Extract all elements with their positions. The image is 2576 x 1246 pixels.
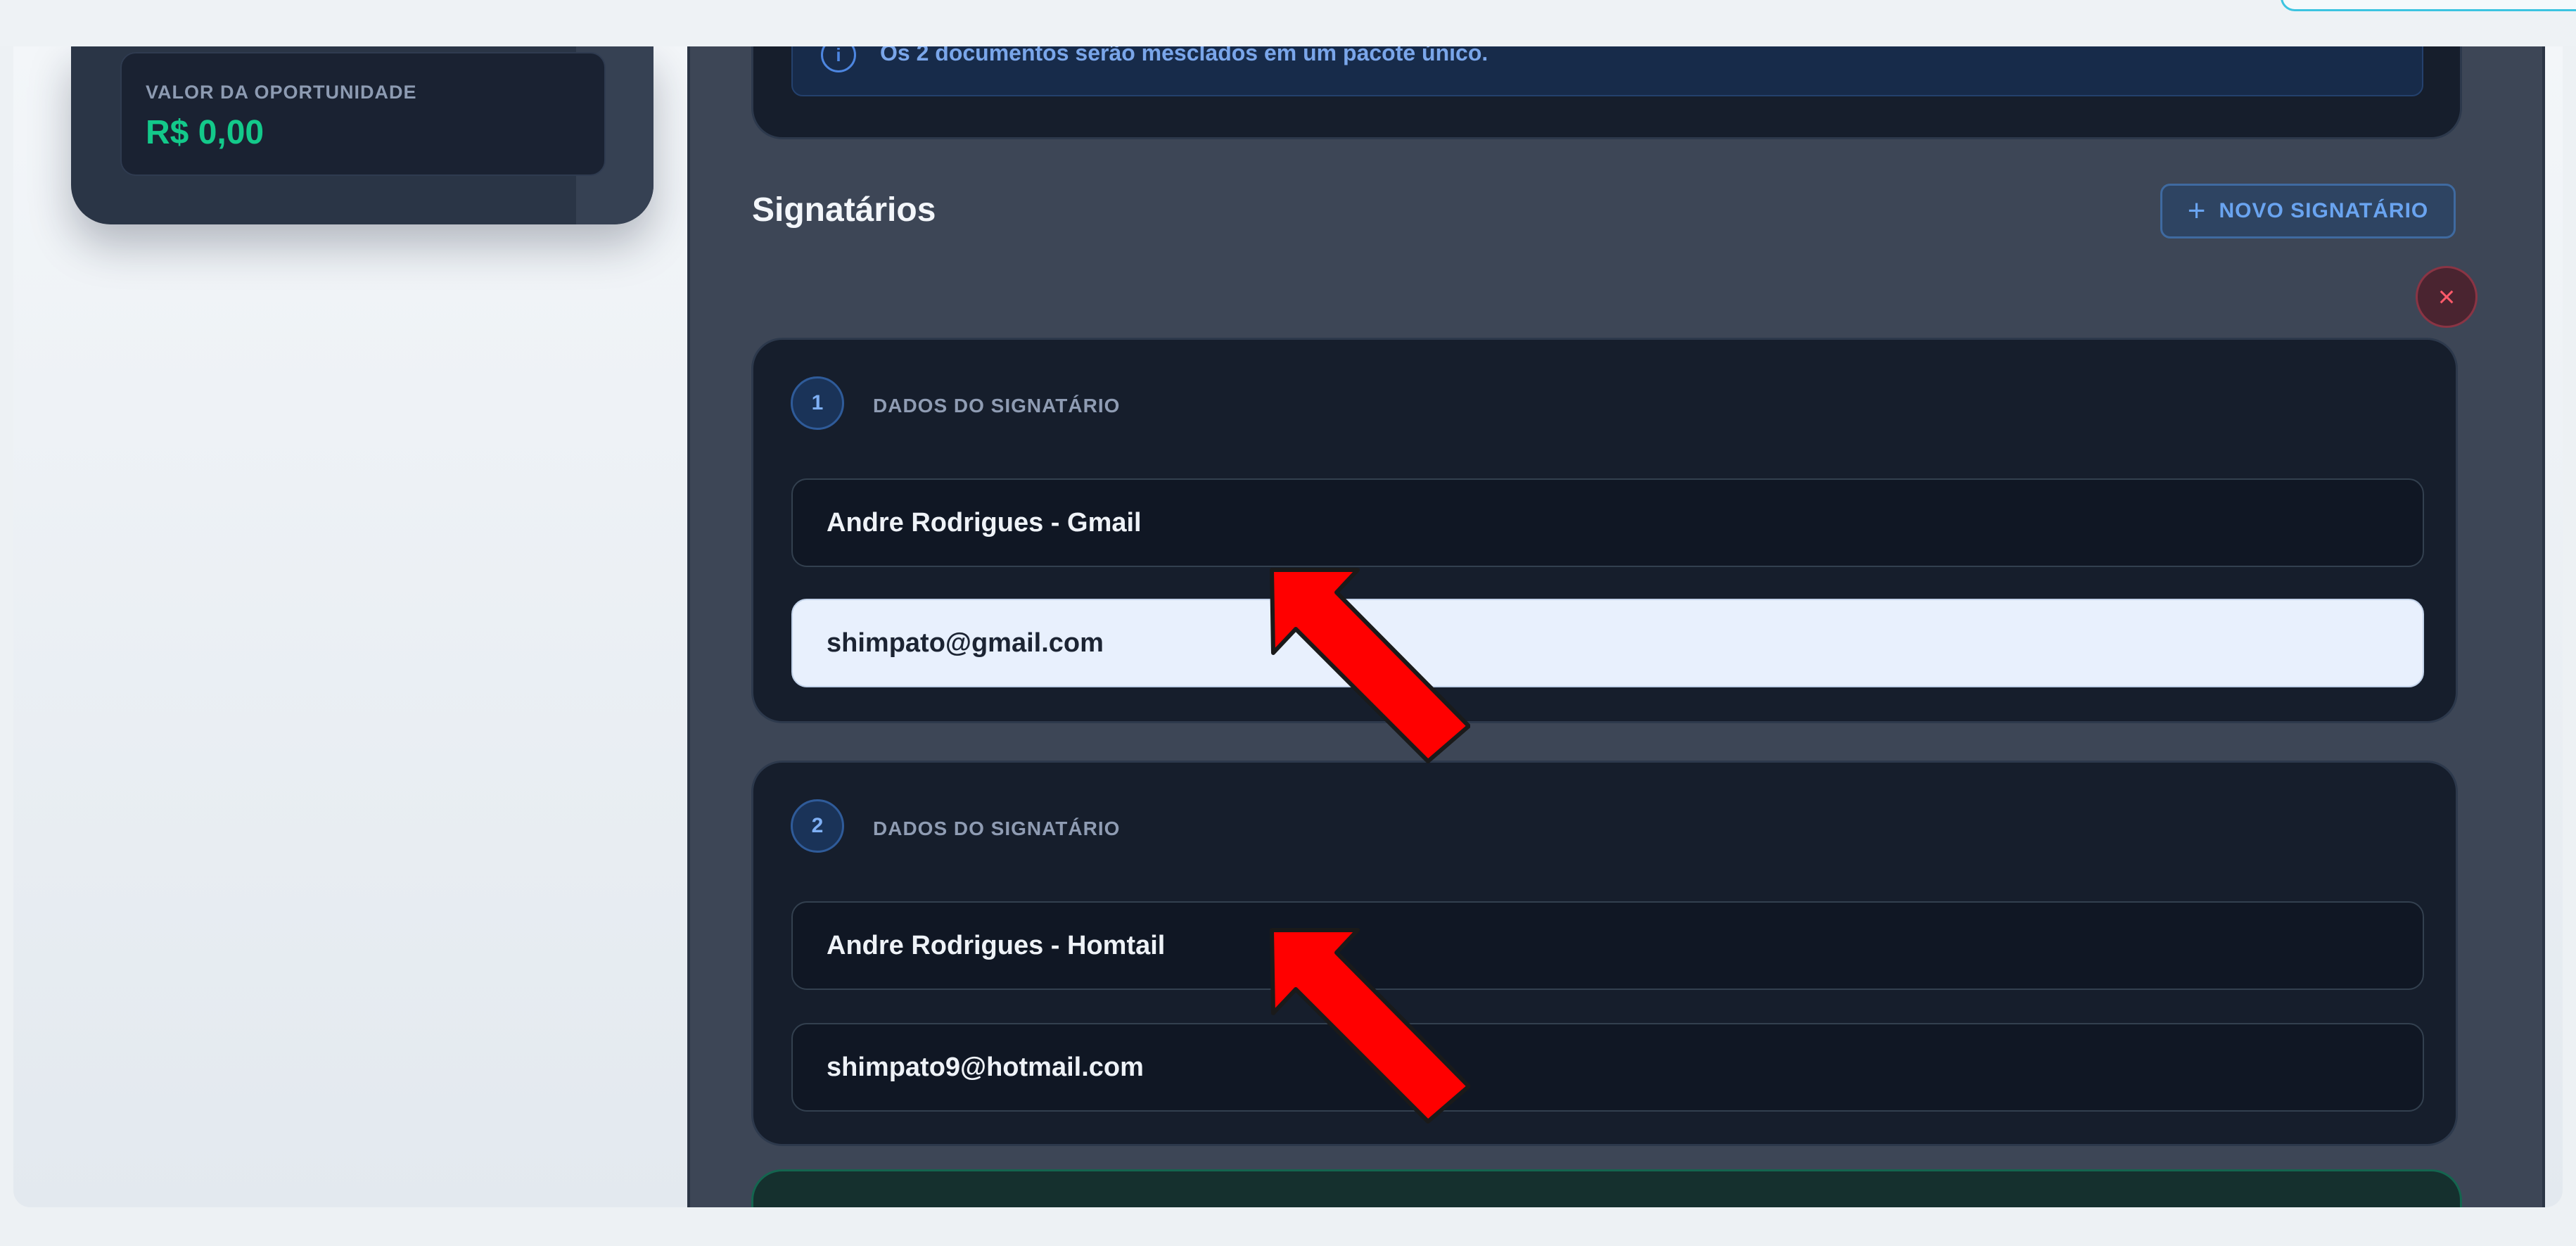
signer-number-badge: 2 bbox=[791, 799, 844, 853]
annotation-arrow-1 bbox=[1270, 568, 1470, 763]
plus-icon: + bbox=[2187, 193, 2207, 228]
signer-card-2: 2 DADOS DO SIGNATÁRIO Andre Rodrigues - … bbox=[751, 761, 2458, 1146]
opportunity-summary-card: VALOR DA OPORTUNIDADE R$ 0,00 bbox=[71, 46, 653, 224]
signer-name-field[interactable]: Andre Rodrigues - Gmail bbox=[791, 478, 2424, 567]
top-bar bbox=[0, 0, 2576, 46]
remove-signer-button[interactable]: × bbox=[2416, 266, 2478, 328]
signer-heading: DADOS DO SIGNATÁRIO bbox=[873, 395, 1121, 417]
signer-card-1: 1 DADOS DO SIGNATÁRIO Andre Rodrigues - … bbox=[751, 338, 2458, 723]
next-section-card bbox=[751, 1169, 2462, 1207]
opportunity-value-amount: R$ 0,00 bbox=[146, 114, 264, 151]
arrow-2-shape bbox=[1270, 928, 1470, 1124]
info-icon: i bbox=[821, 46, 856, 72]
signature-panel: i Os 2 documentos serão mesclados em um … bbox=[687, 46, 2545, 1207]
documents-card: i Os 2 documentos serão mesclados em um … bbox=[751, 46, 2462, 139]
merge-notice-text: Os 2 documentos serão mesclados em um pa… bbox=[880, 46, 1488, 65]
opportunity-value-label: VALOR DA OPORTUNIDADE bbox=[146, 82, 417, 103]
signer-name-field[interactable]: Andre Rodrigues - Homtail bbox=[791, 901, 2424, 990]
opportunity-value-box: VALOR DA OPORTUNIDADE R$ 0,00 bbox=[120, 52, 606, 176]
merge-notice: i Os 2 documentos serão mesclados em um … bbox=[791, 46, 2423, 96]
new-signer-button[interactable]: + NOVO SIGNATÁRIO bbox=[2160, 184, 2456, 239]
signer-number-badge: 1 bbox=[791, 376, 844, 430]
signer-email-field[interactable]: shimpato9@hotmail.com bbox=[791, 1023, 2424, 1112]
top-action-button[interactable] bbox=[2281, 0, 2576, 11]
signer-email-field[interactable]: shimpato@gmail.com bbox=[791, 599, 2424, 687]
new-signer-label: NOVO SIGNATÁRIO bbox=[2219, 199, 2429, 222]
arrow-1-shape bbox=[1270, 568, 1470, 763]
signer-heading: DADOS DO SIGNATÁRIO bbox=[873, 818, 1121, 839]
signers-title: Signatários bbox=[752, 191, 936, 229]
annotation-arrow-2 bbox=[1270, 928, 1470, 1124]
